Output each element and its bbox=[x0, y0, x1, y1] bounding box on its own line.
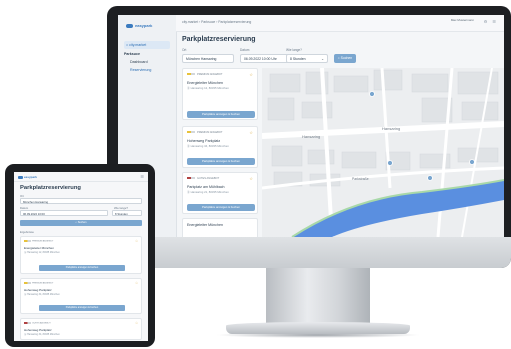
map-marker[interactable] bbox=[469, 159, 475, 165]
offer-badge: PREMIUM ANGEBOT bbox=[24, 282, 54, 284]
date-input[interactable]: 06.09.2022 10:00 Uhr bbox=[240, 54, 292, 63]
map-marker[interactable] bbox=[427, 175, 433, 181]
chevron-down-icon: ⌄ bbox=[321, 57, 324, 61]
parking-address: ⦿ Hansaring 34, 80335 München bbox=[187, 144, 229, 148]
star-icon[interactable]: ☆ bbox=[249, 176, 253, 181]
map-canvas[interactable]: Hansaring Hansaring Parkstraße bbox=[262, 68, 504, 237]
street-label: Parkstraße bbox=[352, 177, 369, 181]
monitor-chin bbox=[107, 237, 511, 268]
top-icons: ⚙ ☰ bbox=[484, 19, 496, 24]
location-label: Ort bbox=[182, 48, 187, 52]
results-label: Ergebnisse bbox=[20, 230, 34, 234]
date-label: Datum bbox=[240, 48, 250, 52]
book-button[interactable]: Parkplätze anzeigen & buchen bbox=[187, 111, 255, 118]
star-icon[interactable]: ☆ bbox=[249, 72, 253, 77]
results-list: PREMIUM ANGEBOT ☆ Energieleiter München … bbox=[182, 68, 258, 237]
hamburger-icon[interactable]: ☰ bbox=[140, 174, 144, 179]
search-button[interactable]: ⌕ Suchen bbox=[20, 220, 142, 226]
parking-name: Energieleiter München bbox=[187, 81, 223, 85]
parking-address: ⦿ Hansaring 34, 80335 München bbox=[24, 293, 60, 296]
breadcrumb: city.market › Parksuce › Parkplatzreserv… bbox=[182, 20, 252, 24]
book-button[interactable]: Parkplätze anzeigen & buchen bbox=[39, 265, 125, 271]
star-icon[interactable]: ☆ bbox=[135, 321, 138, 325]
parking-address: ⦿ Hansaring 21, 80335 München bbox=[187, 190, 229, 194]
parking-name: Parkplatz am Mühlbach bbox=[187, 185, 225, 189]
location-input[interactable]: München Hansaring bbox=[20, 198, 142, 204]
app-logo[interactable]: easypark bbox=[126, 23, 152, 28]
offer-badge: GUTES ANGEBOT bbox=[187, 177, 219, 180]
app-logo[interactable]: easypark bbox=[18, 175, 37, 179]
star-icon[interactable]: ☆ bbox=[135, 239, 138, 243]
duration-label: Wie lange? bbox=[286, 48, 302, 52]
map-marker[interactable] bbox=[369, 91, 375, 97]
duration-select[interactable]: 8 Stunden ⌄ bbox=[286, 54, 328, 63]
list-item[interactable]: GUTES ANGEBOT ☆ Parkplatz am Mühlbach ⦿ … bbox=[182, 172, 258, 214]
search-button[interactable]: ⌕ Suchen bbox=[334, 54, 356, 63]
star-icon[interactable]: ☆ bbox=[249, 130, 253, 135]
map[interactable]: Hansaring Hansaring Parkstraße bbox=[262, 68, 504, 237]
sidebar-item-reservierung[interactable]: Reservierung bbox=[130, 68, 151, 72]
list-item[interactable]: PREMIUM ANGEBOT ☆ Energieleiter München … bbox=[182, 68, 258, 120]
page-title: Parkplatzreservierung bbox=[182, 36, 256, 43]
list-item[interactable]: Energieleiter München bbox=[182, 218, 258, 237]
user-menu[interactable]: Max Mustermann bbox=[450, 18, 474, 23]
user-name: Max Mustermann bbox=[450, 18, 474, 22]
page-title: Parkplatzreservierung bbox=[20, 185, 81, 191]
monitor-base bbox=[226, 322, 410, 334]
star-icon[interactable]: ☆ bbox=[135, 281, 138, 285]
book-button[interactable]: Parkplätze anzeigen & buchen bbox=[187, 204, 255, 211]
offer-badge: PREMIUM ANGEBOT bbox=[187, 131, 223, 134]
date-input[interactable]: 06.09.2022 10:00 bbox=[20, 210, 108, 216]
menu-icon[interactable]: ☰ bbox=[492, 19, 496, 24]
list-item[interactable]: PREMIUM ANGEBOT ☆ Hohenweg Parkplatz ⦿ H… bbox=[20, 278, 142, 314]
parking-name: Energieleiter München bbox=[187, 223, 223, 227]
list-item[interactable]: PREMIUM ANGEBOT ☆ Energieleiter München … bbox=[20, 236, 142, 274]
street-label: Hansaring bbox=[382, 126, 400, 131]
divider bbox=[14, 181, 148, 182]
sidebar-item-parksuce[interactable]: Parksuce bbox=[124, 52, 140, 56]
parking-name: Hohenweg Parkplatz bbox=[187, 139, 221, 143]
tablet-screen: easypark ☰ Parkplatzreservierung Ort Mün… bbox=[14, 172, 148, 341]
parking-address: ⦿ Hansaring 12, 80335 München bbox=[187, 86, 229, 90]
list-item[interactable]: GUTES ANGEBOT ☆ Hohenweg Parkplatz ⦿ Han… bbox=[20, 318, 142, 340]
settings-icon[interactable]: ⚙ bbox=[484, 19, 488, 24]
location-input[interactable]: München Hansaring bbox=[182, 54, 234, 63]
parking-address: ⦿ Hansaring 12, 80335 München bbox=[24, 251, 60, 254]
offer-badge: GUTES ANGEBOT bbox=[24, 322, 51, 324]
parking-address: ⦿ Hansaring 34, 80335 München bbox=[24, 333, 60, 336]
topbar: city.market › Parksuce › Parkplatzreserv… bbox=[176, 15, 504, 32]
sidebar-item-city-market[interactable]: ⌂ city.market bbox=[124, 41, 170, 49]
desktop-screen: easypark ⌂ city.market Parksuce Dashboar… bbox=[118, 15, 504, 237]
book-button[interactable]: Parkplätze anzeigen & buchen bbox=[39, 305, 125, 311]
book-button[interactable]: Parkplätze anzeigen & buchen bbox=[187, 158, 255, 165]
sidebar-item-dashboard[interactable]: Dashboard bbox=[130, 60, 148, 64]
map-marker[interactable] bbox=[387, 160, 393, 166]
list-item[interactable]: PREMIUM ANGEBOT ☆ Hohenweg Parkplatz ⦿ H… bbox=[182, 126, 258, 168]
offer-badge: PREMIUM ANGEBOT bbox=[24, 240, 54, 242]
monitor-stand bbox=[266, 268, 370, 326]
street-label: Hansaring bbox=[302, 134, 320, 139]
offer-badge: PREMIUM ANGEBOT bbox=[187, 73, 223, 76]
duration-select[interactable]: 8 Stunden bbox=[112, 210, 142, 216]
